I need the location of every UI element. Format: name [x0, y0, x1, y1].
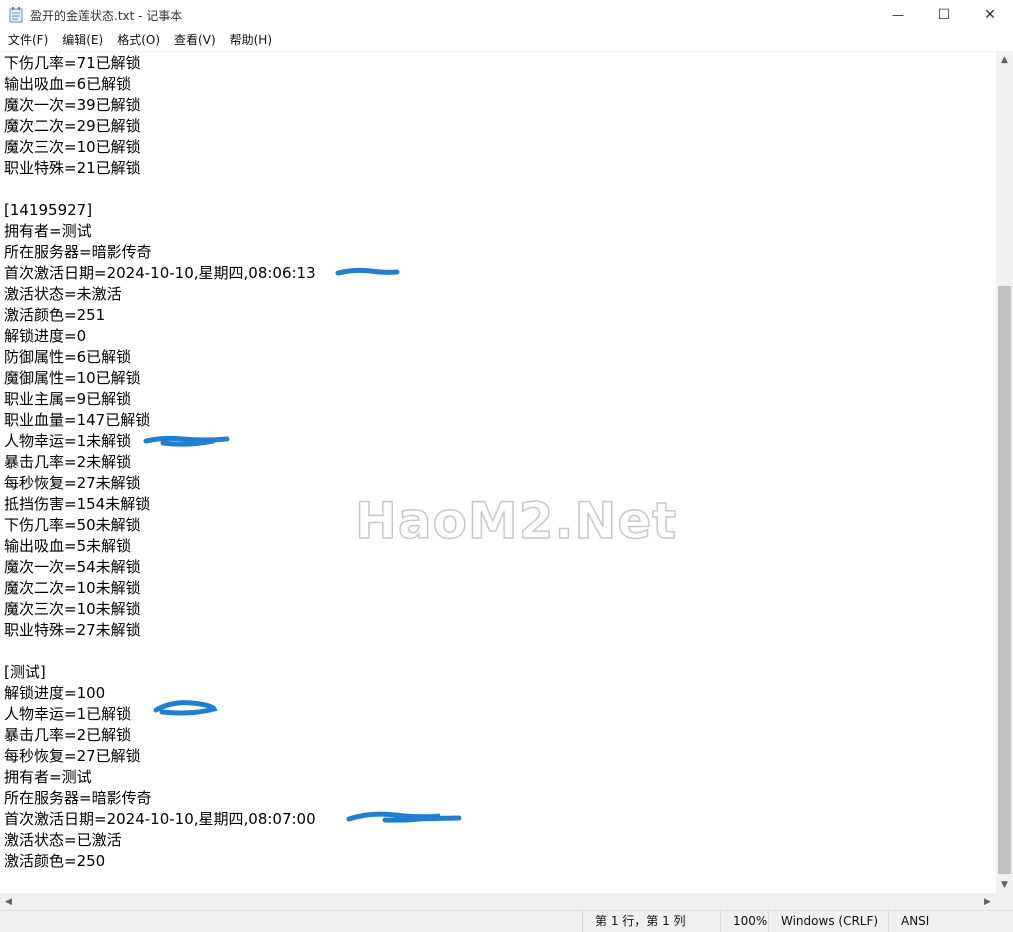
line-ending: Windows (CRLF) [768, 911, 888, 932]
horizontal-scrollbar[interactable]: ◀ ▶ [0, 893, 996, 910]
text-line[interactable]: 拥有者=测试 [4, 221, 92, 242]
watermark-text: HaoM2.Net [354, 491, 678, 551]
text-line[interactable]: 每秒恢复=27未解锁 [4, 473, 141, 494]
redaction-scribble [153, 700, 218, 716]
text-line[interactable]: 抵挡伤害=154未解锁 [4, 494, 150, 515]
text-line[interactable]: [测试] [4, 662, 46, 683]
menu-bar: 文件(F) 编辑(E) 格式(O) 查看(V) 帮助(H) [0, 30, 1013, 51]
close-icon: ✕ [984, 7, 996, 23]
menu-edit[interactable]: 编辑(E) [55, 30, 110, 51]
redaction-scribble [143, 435, 230, 447]
text-line[interactable]: 暴击几率=2已解锁 [4, 725, 131, 746]
redaction-scribble [346, 811, 462, 823]
minimize-button[interactable]: — [875, 0, 921, 30]
text-line[interactable]: 人物幸运=1未解锁 [4, 431, 131, 452]
text-line[interactable]: 魔次二次=29已解锁 [4, 116, 141, 137]
menu-format[interactable]: 格式(O) [110, 30, 167, 51]
maximize-icon: ☐ [937, 7, 951, 23]
text-line[interactable]: 解锁进度=0 [4, 326, 86, 347]
text-line[interactable]: 魔御属性=10已解锁 [4, 368, 141, 389]
text-line[interactable]: 魔次三次=10已解锁 [4, 137, 141, 158]
scroll-down-arrow-icon[interactable]: ▼ [996, 876, 1013, 893]
text-line[interactable]: 下伤几率=50未解锁 [4, 515, 141, 536]
vertical-scroll-thumb[interactable] [998, 286, 1011, 874]
text-line[interactable]: 职业主属=9已解锁 [4, 389, 131, 410]
maximize-button[interactable]: ☐ [921, 0, 967, 30]
cursor-position: 第 1 行，第 1 列 [582, 911, 720, 932]
menu-view[interactable]: 查看(V) [167, 30, 223, 51]
notepad-icon [9, 7, 23, 23]
text-line[interactable]: 激活颜色=250 [4, 851, 105, 872]
notepad-window: 盈开的金莲状态.txt - 记事本 — ☐ ✕ 文件(F) 编辑(E) 格式(O… [0, 0, 1013, 932]
redaction-scribble [335, 267, 400, 276]
text-line[interactable]: 魔次一次=54未解锁 [4, 557, 141, 578]
text-line[interactable]: 拥有者=测试 [4, 767, 92, 788]
vertical-scrollbar[interactable]: ▲ ▼ [996, 51, 1013, 893]
text-line[interactable]: 职业血量=147已解锁 [4, 410, 150, 431]
text-line[interactable]: 解锁进度=100 [4, 683, 105, 704]
title-bar[interactable]: 盈开的金莲状态.txt - 记事本 — ☐ ✕ [0, 0, 1013, 30]
scrollbar-corner [996, 893, 1013, 910]
status-bar: 第 1 行，第 1 列 100% Windows (CRLF) ANSI [0, 910, 1013, 932]
close-button[interactable]: ✕ [967, 0, 1013, 30]
text-line[interactable]: [14195927] [4, 200, 92, 221]
text-line[interactable]: 每秒恢复=27已解锁 [4, 746, 141, 767]
window-title: 盈开的金莲状态.txt - 记事本 [30, 9, 183, 23]
text-line[interactable]: 魔次一次=39已解锁 [4, 95, 141, 116]
text-line[interactable]: 所在服务器=暗影传奇 [4, 788, 152, 809]
text-line[interactable]: 魔次三次=10未解锁 [4, 599, 141, 620]
text-line[interactable]: 激活颜色=251 [4, 305, 105, 326]
text-line[interactable]: 所在服务器=暗影传奇 [4, 242, 152, 263]
text-line[interactable]: 激活状态=未激活 [4, 284, 122, 305]
text-line[interactable]: 首次激活日期=2024-10-10,星期四,08:07:00 [4, 809, 316, 830]
text-editor-area[interactable]: 激活颜色=250 激活状态=已激活 首次激活日期=2024-10-10,星期四,08… [0, 51, 996, 893]
text-line[interactable]: 魔次二次=10未解锁 [4, 578, 141, 599]
scroll-up-arrow-icon[interactable]: ▲ [996, 51, 1013, 68]
text-line[interactable]: 下伤几率=71已解锁 [4, 53, 141, 74]
text-line[interactable]: 输出吸血=6已解锁 [4, 74, 131, 95]
scroll-left-arrow-icon[interactable]: ◀ [0, 893, 17, 910]
menu-file[interactable]: 文件(F) [0, 30, 55, 51]
minimize-icon: — [892, 8, 904, 22]
text-line[interactable]: 暴击几率=2未解锁 [4, 452, 131, 473]
zoom-level: 100% [720, 911, 768, 932]
text-line[interactable]: 人物幸运=1已解锁 [4, 704, 131, 725]
menu-help[interactable]: 帮助(H) [223, 30, 279, 51]
text-line[interactable]: 激活状态=已激活 [4, 830, 122, 851]
text-line[interactable]: 输出吸血=5未解锁 [4, 536, 131, 557]
text-line[interactable]: 首次激活日期=2024-10-10,星期四,08:06:13 [4, 263, 316, 284]
text-line[interactable]: 职业特殊=27未解锁 [4, 620, 141, 641]
text-line[interactable]: 防御属性=6已解锁 [4, 347, 131, 368]
scroll-right-arrow-icon[interactable]: ▶ [979, 893, 996, 910]
encoding: ANSI [888, 911, 996, 932]
text-line[interactable]: 职业特殊=21已解锁 [4, 158, 141, 179]
